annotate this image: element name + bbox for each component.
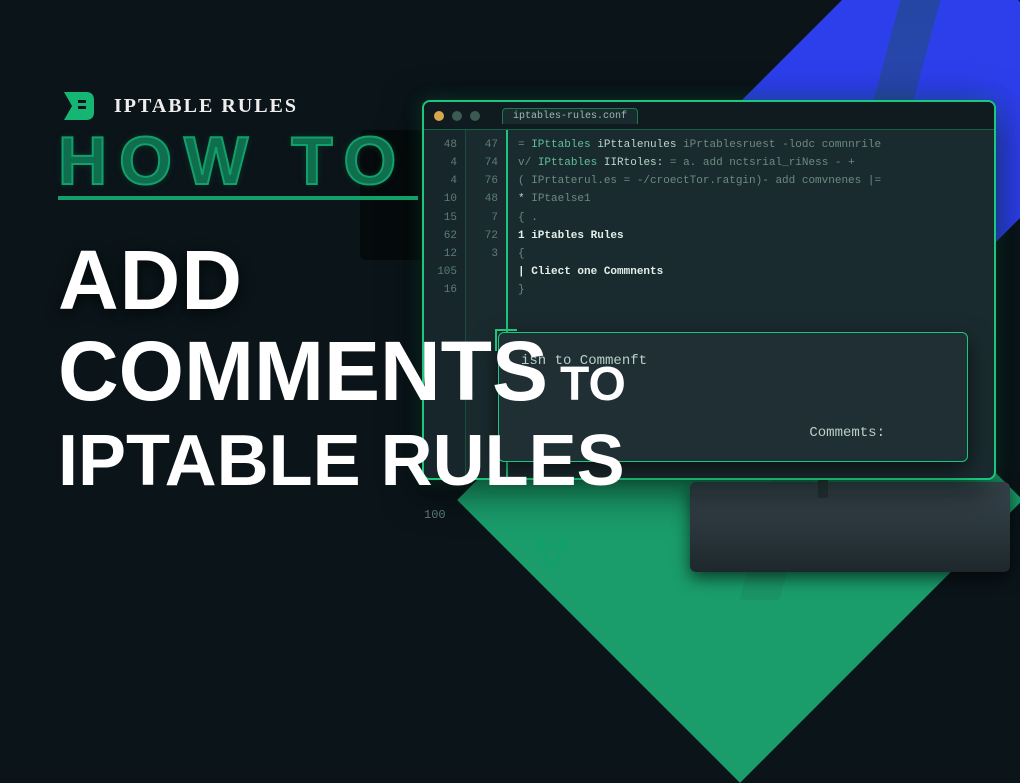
terminal-tab: iptables-rules.conf: [502, 108, 638, 124]
title-line-2b: TO: [560, 357, 626, 412]
line-number: 48: [424, 136, 457, 154]
window-dot-yellow: [434, 111, 444, 121]
title-stack: ADD COMMENTS TO IPTABLE RULES: [58, 232, 626, 502]
title-line-3: IPTABLE RULES: [58, 420, 626, 502]
line-number: 7: [466, 209, 498, 227]
tooltip-line-2: Commemts:: [809, 425, 945, 441]
line-number: 4: [424, 154, 457, 172]
title-line-2: COMMENTS TO: [58, 323, 626, 420]
terminal-titlebar: iptables-rules.conf: [424, 102, 994, 130]
code-line: { .: [518, 209, 984, 227]
title-line-1: ADD: [58, 232, 626, 329]
line-number: 48: [466, 190, 498, 208]
arrow-down-icon: [530, 531, 574, 580]
title-line-2a: COMMENTS: [58, 323, 548, 420]
code-line: ( IPrtaterul.es = -/croectTor.ratgin)- a…: [518, 172, 984, 190]
line-number: 47: [466, 136, 498, 154]
code-line: * IPtaelse1: [518, 190, 984, 208]
line-number: 76: [466, 172, 498, 190]
line-number: 74: [466, 154, 498, 172]
line-number: 15: [424, 209, 457, 227]
logo-block: IPTABLE RULES: [60, 86, 298, 126]
window-dot-1: [452, 111, 462, 121]
foreground-prop: [690, 482, 1010, 572]
stray-number: 100: [424, 508, 446, 522]
code-line: = IPttables iPttalenules iPrtablesruest …: [518, 136, 984, 154]
howto-text: HOW TO: [58, 123, 408, 199]
code-line: v/ IPttables IIRtoles: = a. add nctsrial…: [518, 154, 984, 172]
brand-name: IPTABLE RULES: [114, 95, 298, 118]
line-number: 4: [424, 172, 457, 190]
window-dot-2: [470, 111, 480, 121]
logo-icon: [60, 86, 100, 126]
line-number: 10: [424, 190, 457, 208]
howto-label: HOW TO: [58, 122, 418, 200]
